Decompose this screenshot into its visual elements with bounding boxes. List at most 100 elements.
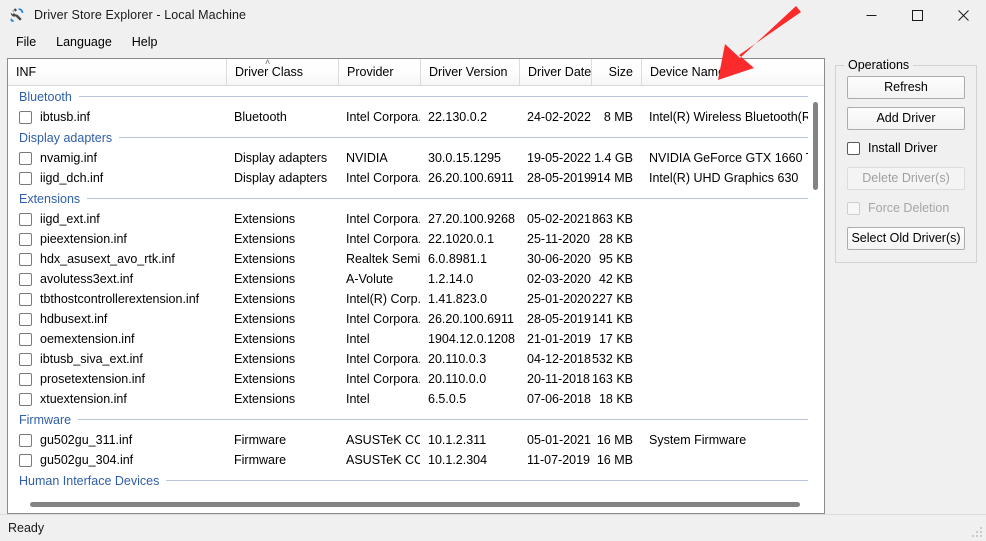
close-button[interactable] (940, 0, 986, 30)
cell-size: 17 KB (591, 332, 641, 346)
cell-driver_version: 20.110.0.0 (420, 372, 519, 386)
row-checkbox[interactable] (19, 393, 32, 406)
table-row[interactable]: prosetextension.infExtensionsIntel Corpo… (8, 369, 824, 389)
resize-grip-icon[interactable] (971, 526, 983, 538)
minimize-button[interactable] (848, 0, 894, 30)
cell-text: ASUSTeK CO... (346, 433, 420, 447)
row-checkbox[interactable] (19, 172, 32, 185)
column-header-device_name[interactable]: Device Name (641, 59, 825, 85)
cell-driver_class: Bluetooth (226, 110, 338, 124)
cell-text: 30.0.15.1295 (428, 151, 501, 165)
force-deletion-checkbox-box[interactable] (847, 202, 860, 215)
cell-provider: Intel Corpora... (338, 312, 420, 326)
cell-text: 07-06-2018 (527, 392, 591, 406)
main-content: INFDriver Class˄ Provider Driver VersionDr… (0, 54, 986, 514)
cell-text: 04-12-2018 (527, 352, 591, 366)
table-row[interactable]: nvamig.infDisplay adaptersNVIDIA30.0.15.… (8, 148, 824, 168)
cell-text: 6.0.8981.1 (428, 252, 487, 266)
column-header-label: Provider (347, 65, 394, 79)
install-driver-checkbox[interactable]: Install Driver (847, 138, 965, 158)
table-row[interactable]: ibtusb_siva_ext.infExtensionsIntel Corpo… (8, 349, 824, 369)
menu-item-language[interactable]: Language (46, 32, 122, 52)
force-deletion-checkbox[interactable]: Force Deletion (847, 198, 965, 218)
row-checkbox[interactable] (19, 273, 32, 286)
cell-provider: ASUSTeK CO... (338, 433, 420, 447)
refresh-button[interactable]: Refresh (847, 76, 965, 99)
cell-driver_version: 6.0.8981.1 (420, 252, 519, 266)
table-row[interactable]: ibtusb.infBluetoothIntel Corpora...22.13… (8, 107, 824, 127)
cell-text: 27.20.100.9268 (428, 212, 515, 226)
column-header-driver_version[interactable]: Driver Version (420, 59, 519, 85)
table-row[interactable]: tbthostcontrollerextension.infExtensions… (8, 289, 824, 309)
cell-text: 05-02-2021 (527, 212, 591, 226)
row-checkbox[interactable] (19, 213, 32, 226)
row-checkbox[interactable] (19, 111, 32, 124)
row-checkbox[interactable] (19, 293, 32, 306)
table-row[interactable]: avolutess3ext.infExtensionsA-Volute1.2.1… (8, 269, 824, 289)
driver-list-view[interactable]: INFDriver Class˄ Provider Driver VersionDr… (7, 58, 825, 514)
cell-driver_date: 28-05-2019 (519, 171, 591, 185)
select-old-drivers-button[interactable]: Select Old Driver(s) (847, 227, 965, 250)
table-row[interactable]: hdbusext.infExtensionsIntel Corpora...26… (8, 309, 824, 329)
group-header[interactable]: Extensions (8, 188, 824, 209)
cell-text: ibtusb.inf (40, 110, 90, 124)
cell-driver_version: 22.1020.0.1 (420, 232, 519, 246)
table-row[interactable]: pieextension.infExtensionsIntel Corpora.… (8, 229, 824, 249)
menu-item-help[interactable]: Help (122, 32, 168, 52)
row-checkbox[interactable] (19, 434, 32, 447)
list-rows-container[interactable]: Bluetooth ibtusb.inf Bluetooth Intel Corpor… (8, 86, 824, 513)
table-row[interactable]: gu502gu_311.infFirmwareASUSTeK CO...10.1… (8, 430, 824, 450)
add-driver-button[interactable]: Add Driver (847, 107, 965, 130)
cell-driver_date: 05-01-2021 (519, 433, 591, 447)
group-header-rule (166, 480, 812, 481)
table-row[interactable]: gu502gu_304.infFirmwareASUSTeK CO...10.1… (8, 450, 824, 470)
delete-drivers-button[interactable]: Delete Driver(s) (847, 167, 965, 190)
cell-driver_date: 24-02-2022 (519, 110, 591, 124)
row-checkbox[interactable] (19, 253, 32, 266)
cell-device_name: NVIDIA GeForce GTX 1660 Ti (641, 151, 824, 165)
vertical-scrollbar[interactable] (808, 86, 824, 497)
group-header[interactable]: Human Interface Devices (8, 470, 824, 491)
column-header-size[interactable]: Size (591, 59, 641, 85)
column-header-driver_class[interactable]: Driver Class˄ (226, 59, 338, 85)
vertical-scrollbar-thumb[interactable] (813, 102, 818, 190)
table-row[interactable]: oemextension.infExtensionsIntel1904.12.0… (8, 329, 824, 349)
row-checkbox[interactable] (19, 373, 32, 386)
row-checkbox[interactable] (19, 313, 32, 326)
column-header-driver_date[interactable]: Driver Date (519, 59, 591, 85)
row-checkbox[interactable] (19, 454, 32, 467)
table-row[interactable]: hdx_asusext_avo_rtk.infExtensionsRealtek… (8, 249, 824, 269)
cell-inf: xtuextension.inf (8, 392, 226, 406)
group-header[interactable]: Firmware (8, 409, 824, 430)
cell-device_name: System Firmware (641, 433, 824, 447)
install-driver-checkbox-box[interactable] (847, 142, 860, 155)
menu-item-file[interactable]: File (6, 32, 46, 52)
group-header-label: Human Interface Devices (19, 474, 166, 488)
cell-text: 22.130.0.2 (428, 110, 487, 124)
table-row[interactable]: iigd_dch.infDisplay adaptersIntel Corpor… (8, 168, 824, 188)
row-checkbox[interactable] (19, 333, 32, 346)
menu-bar: File Language Help (0, 30, 986, 54)
cell-text: 10.1.2.304 (428, 453, 487, 467)
cell-driver_class: Extensions (226, 252, 338, 266)
row-checkbox[interactable] (19, 152, 32, 165)
cell-text: 30-06-2020 (527, 252, 591, 266)
window-title: Driver Store Explorer - Local Machine (34, 8, 246, 22)
table-row[interactable]: iigd_ext.infExtensionsIntel Corpora...27… (8, 209, 824, 229)
row-checkbox[interactable] (19, 233, 32, 246)
group-header[interactable]: Display adapters (8, 127, 824, 148)
column-header-inf[interactable]: INF (8, 59, 226, 85)
column-header-provider[interactable]: Provider (338, 59, 420, 85)
group-header[interactable]: Bluetooth (8, 86, 824, 107)
horizontal-scrollbar-thumb[interactable] (30, 502, 800, 507)
cell-text: 10.1.2.311 (428, 433, 486, 447)
cell-text: 1.4 GB (594, 151, 633, 165)
table-row[interactable]: xtuextension.infExtensionsIntel6.5.0.507… (8, 389, 824, 409)
cell-text: Extensions (234, 352, 295, 366)
row-checkbox[interactable] (19, 353, 32, 366)
horizontal-scrollbar[interactable] (8, 497, 824, 513)
cell-size: 8 MB (591, 110, 641, 124)
maximize-button[interactable] (894, 0, 940, 30)
cell-driver_version: 22.130.0.2 (420, 110, 519, 124)
cell-text: 25-01-2020 (527, 292, 591, 306)
